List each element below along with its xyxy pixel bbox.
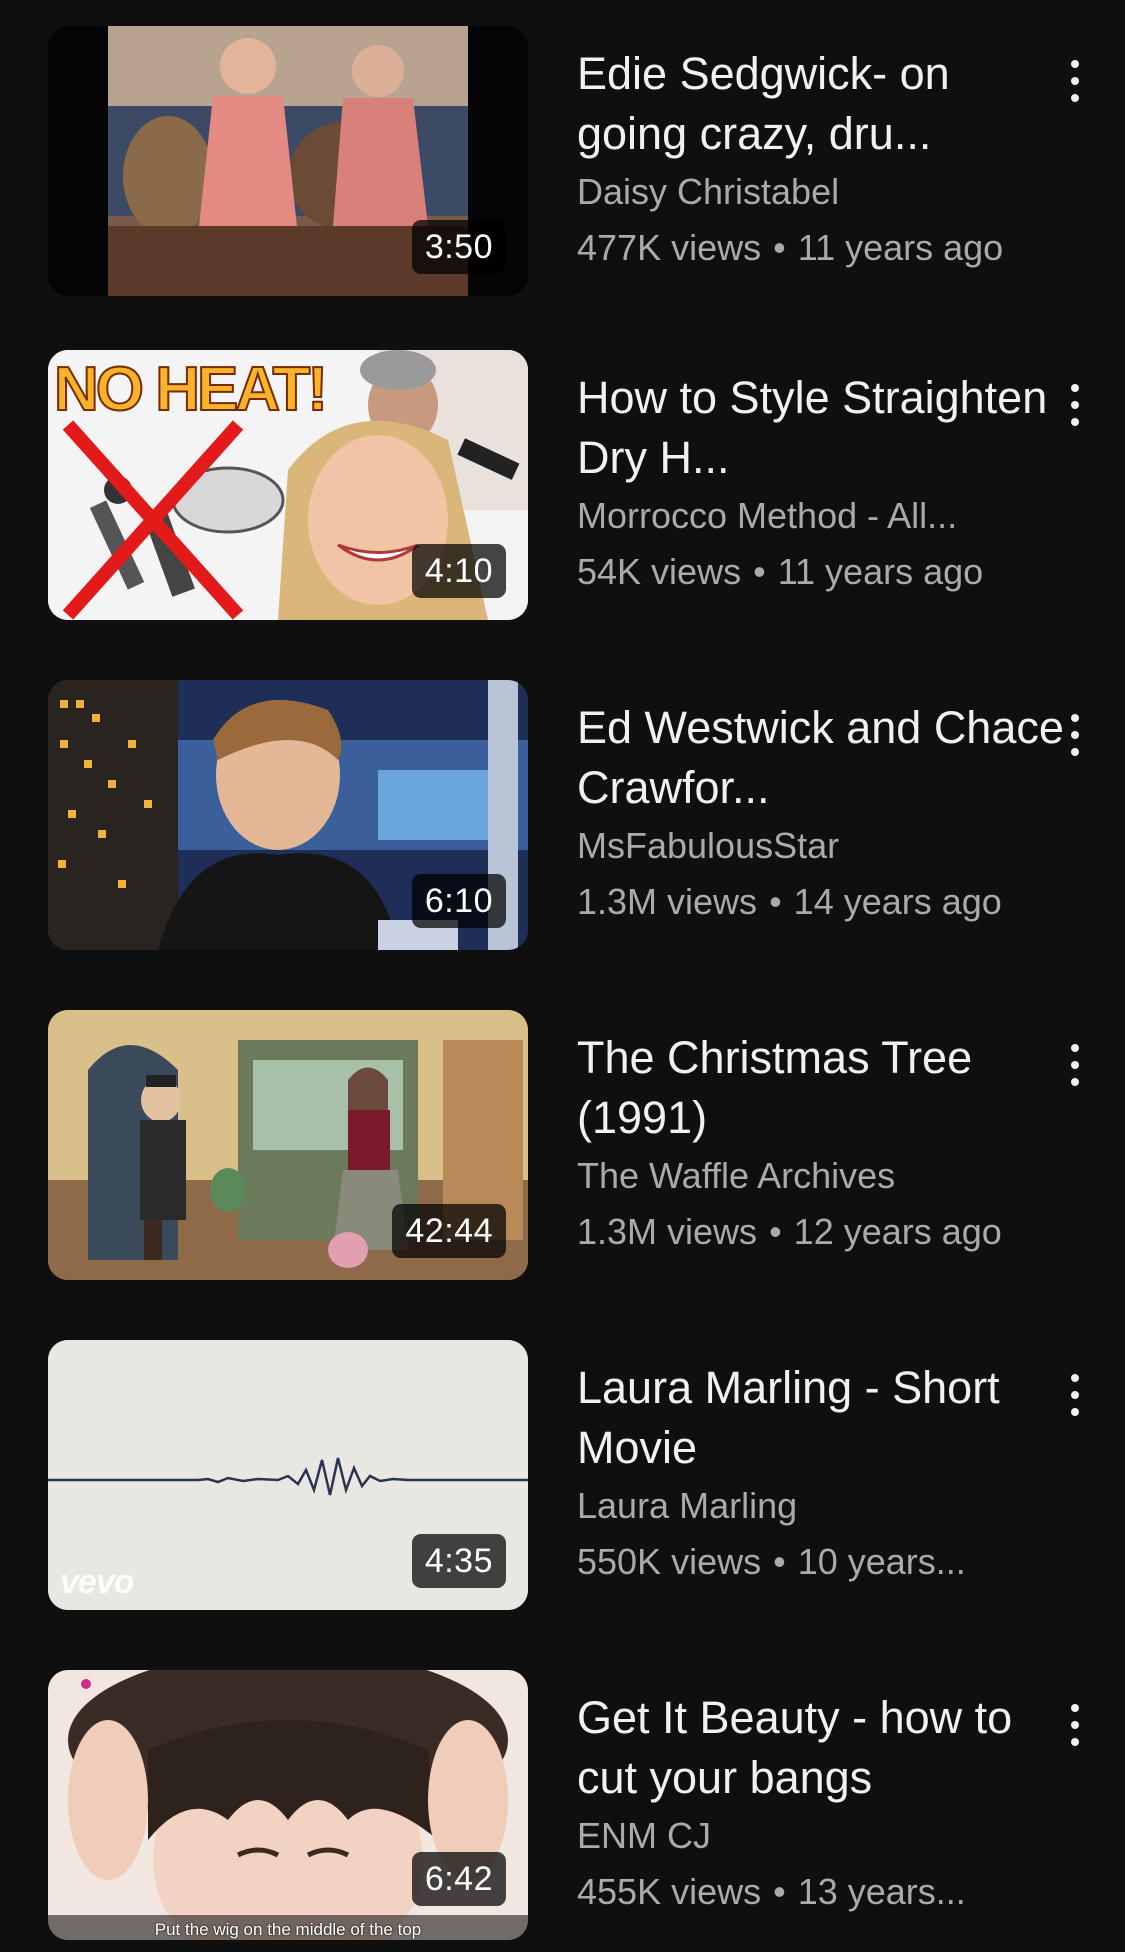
- video-duration: 6:10: [411, 874, 506, 928]
- video-channel[interactable]: Laura Marling: [577, 1478, 1067, 1534]
- video-channel[interactable]: Daisy Christabel: [577, 164, 1067, 220]
- video-metadata: 477K views • 11 years ago: [577, 220, 1067, 276]
- meta-separator: •: [753, 551, 766, 592]
- video-title[interactable]: How to Style Straighten Dry H...: [577, 350, 1067, 488]
- video-info[interactable]: How to Style Straighten Dry H... Morrocc…: [577, 350, 1067, 600]
- thumbnail-overlay-text: NO HEAT!: [53, 354, 329, 425]
- video-item[interactable]: 6:10 Ed Westwick and Chace Crawfor... Ms…: [0, 680, 1125, 950]
- video-metadata: 1.3M views • 14 years ago: [577, 874, 1067, 930]
- video-thumbnail[interactable]: 3:50: [48, 26, 528, 296]
- video-info[interactable]: Get It Beauty - how to cut your bangs EN…: [577, 1670, 1067, 1920]
- video-item[interactable]: Put the wig on the middle of the top 6:4…: [0, 1670, 1125, 1940]
- video-item[interactable]: 42:44 The Christmas Tree (1991) The Waff…: [0, 1010, 1125, 1280]
- video-age: 11 years ago: [797, 227, 1004, 268]
- meta-separator: •: [773, 1871, 786, 1912]
- video-duration: 4:10: [411, 544, 506, 598]
- video-age: 11 years ago: [777, 551, 984, 592]
- video-title[interactable]: The Christmas Tree (1991): [577, 1010, 1067, 1148]
- video-age: 12 years ago: [793, 1211, 1002, 1252]
- video-title[interactable]: Edie Sedgwick- on going crazy, dru...: [577, 26, 1067, 164]
- video-info[interactable]: Ed Westwick and Chace Crawfor... MsFabul…: [577, 680, 1067, 930]
- meta-separator: •: [773, 1541, 786, 1582]
- video-views: 550K views: [577, 1541, 762, 1582]
- video-item[interactable]: 3:50 Edie Sedgwick- on going crazy, dru.…: [0, 26, 1125, 296]
- video-metadata: 54K views • 11 years ago: [577, 544, 1067, 600]
- more-options-icon[interactable]: [1052, 1040, 1096, 1090]
- video-views: 1.3M views: [577, 881, 758, 922]
- video-channel[interactable]: The Waffle Archives: [577, 1148, 1067, 1204]
- video-title[interactable]: Laura Marling - Short Movie: [577, 1340, 1067, 1478]
- video-metadata: 455K views • 13 years...: [577, 1864, 1067, 1920]
- more-options-icon[interactable]: [1052, 1370, 1096, 1420]
- meta-separator: •: [769, 881, 782, 922]
- vevo-logo: vevo: [60, 1563, 134, 1601]
- video-views: 1.3M views: [577, 1211, 758, 1252]
- more-options-icon[interactable]: [1052, 710, 1096, 760]
- video-info[interactable]: The Christmas Tree (1991) The Waffle Arc…: [577, 1010, 1067, 1260]
- video-age: 14 years ago: [793, 881, 1002, 922]
- video-thumbnail[interactable]: NO HEAT! 4:10: [48, 350, 528, 620]
- video-thumbnail[interactable]: Put the wig on the middle of the top 6:4…: [48, 1670, 528, 1940]
- video-duration: 6:42: [411, 1852, 506, 1906]
- video-duration: 42:44: [392, 1204, 506, 1258]
- video-channel[interactable]: ENM CJ: [577, 1808, 1067, 1864]
- video-info[interactable]: Edie Sedgwick- on going crazy, dru... Da…: [577, 26, 1067, 276]
- video-duration: 3:50: [411, 220, 506, 274]
- video-thumbnail[interactable]: vevo 4:35: [48, 1340, 528, 1610]
- video-age: 10 years...: [797, 1541, 966, 1582]
- video-views: 455K views: [577, 1871, 762, 1912]
- meta-separator: •: [769, 1211, 782, 1252]
- video-title[interactable]: Ed Westwick and Chace Crawfor...: [577, 680, 1067, 818]
- video-title[interactable]: Get It Beauty - how to cut your bangs: [577, 1670, 1067, 1808]
- video-metadata: 1.3M views • 12 years ago: [577, 1204, 1067, 1260]
- video-item[interactable]: NO HEAT! 4:10 How to Style Straighten Dr…: [0, 350, 1125, 620]
- more-options-icon[interactable]: [1052, 56, 1096, 106]
- video-views: 54K views: [577, 551, 742, 592]
- video-duration: 4:35: [411, 1534, 506, 1588]
- more-options-icon[interactable]: [1052, 1700, 1096, 1750]
- video-channel[interactable]: Morrocco Method - All...: [577, 488, 1067, 544]
- video-views: 477K views: [577, 227, 762, 268]
- video-item[interactable]: vevo 4:35 Laura Marling - Short Movie La…: [0, 1340, 1125, 1610]
- video-metadata: 550K views • 10 years...: [577, 1534, 1067, 1590]
- more-options-icon[interactable]: [1052, 380, 1096, 430]
- thumbnail-caption: Put the wig on the middle of the top: [154, 1920, 422, 1939]
- video-thumbnail[interactable]: 6:10: [48, 680, 528, 950]
- meta-separator: •: [773, 227, 786, 268]
- video-thumbnail[interactable]: 42:44: [48, 1010, 528, 1280]
- video-channel[interactable]: MsFabulousStar: [577, 818, 1067, 874]
- video-info[interactable]: Laura Marling - Short Movie Laura Marlin…: [577, 1340, 1067, 1590]
- video-age: 13 years...: [797, 1871, 966, 1912]
